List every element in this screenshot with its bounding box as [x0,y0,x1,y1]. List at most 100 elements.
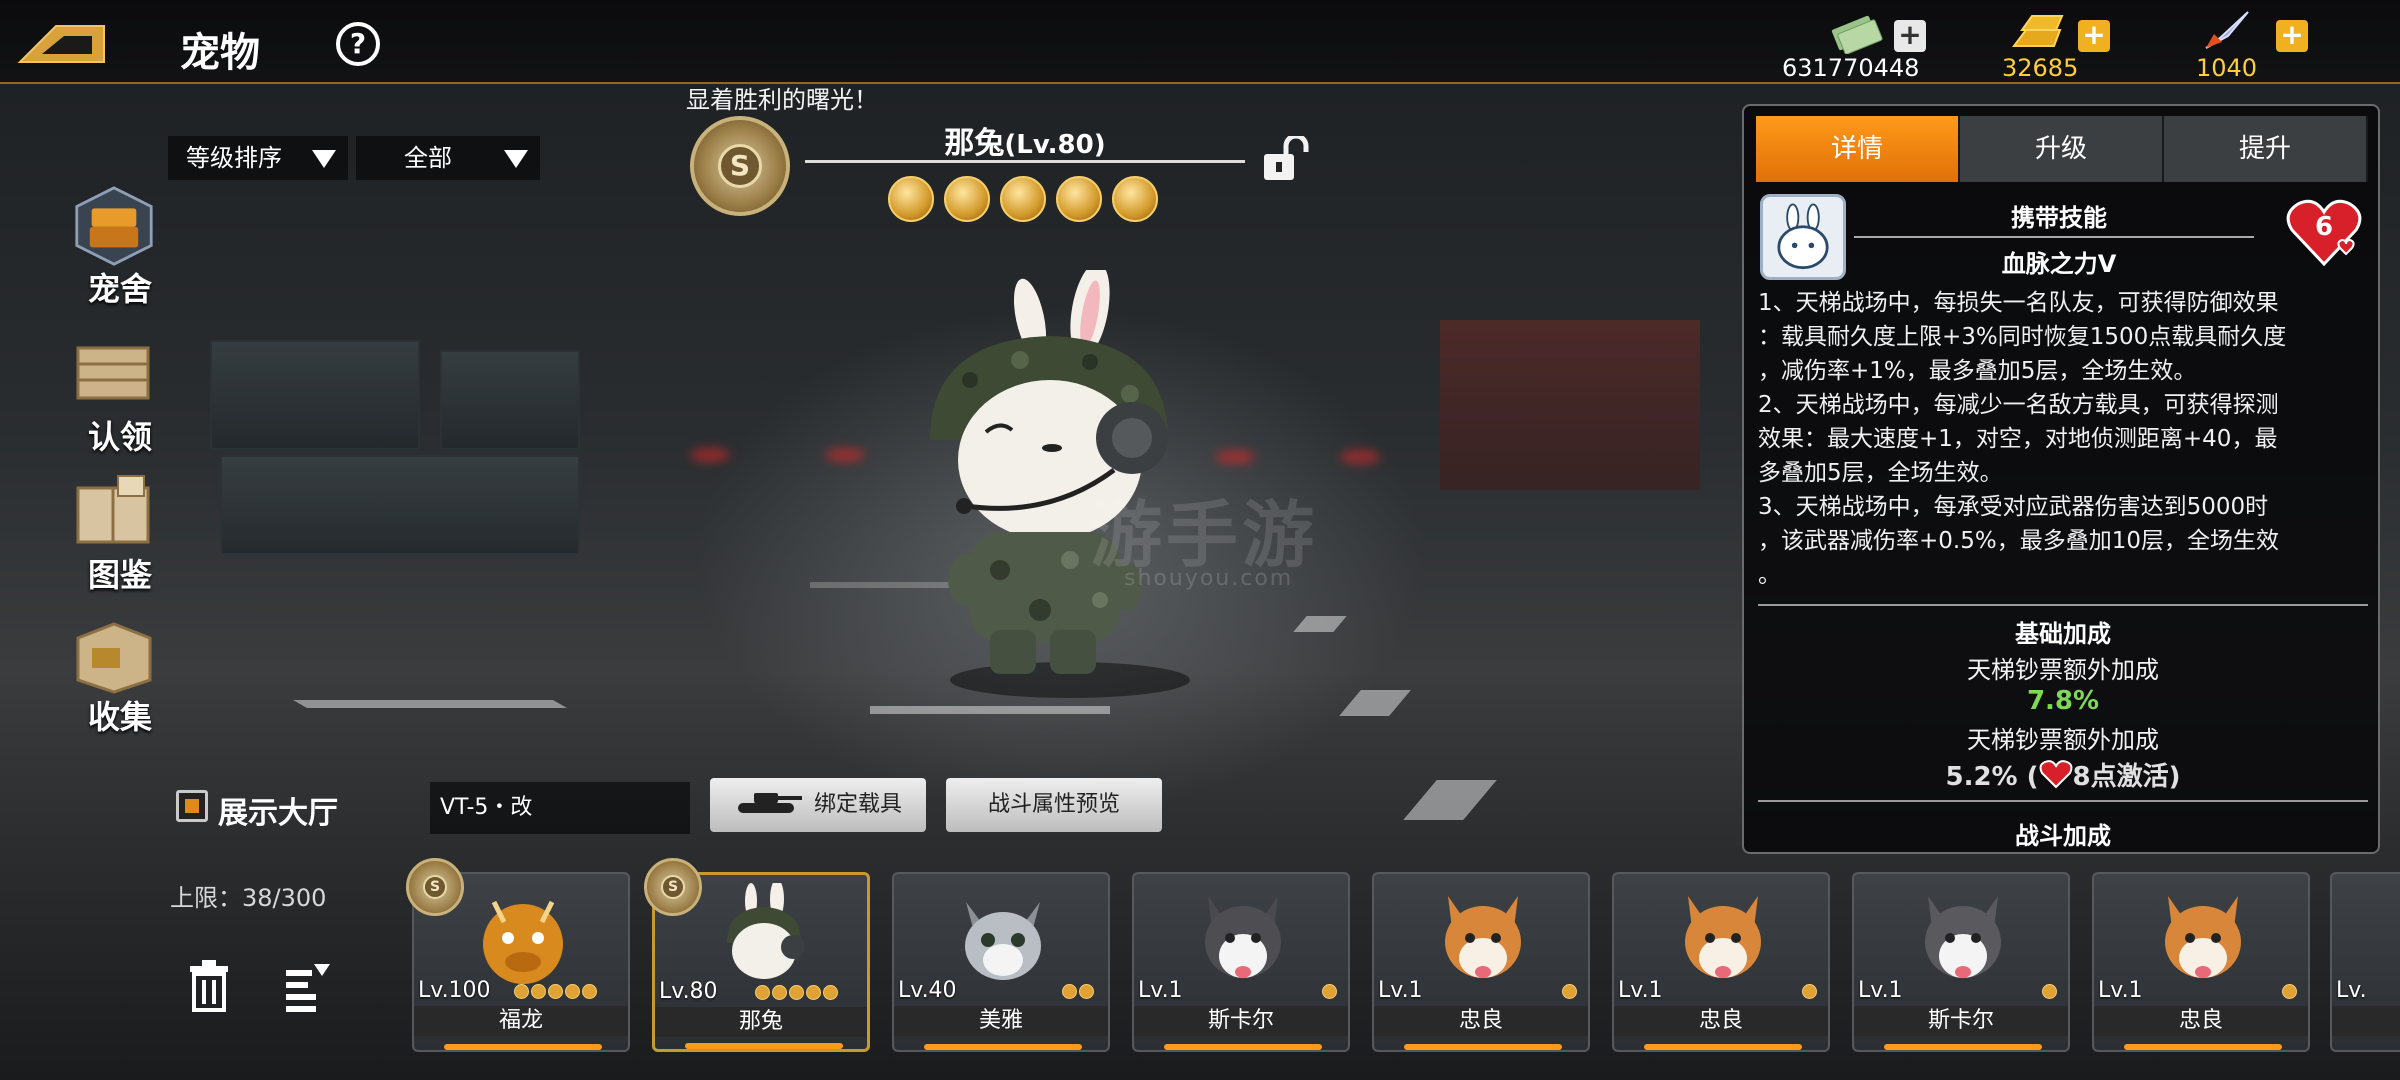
pet-card-level: Lv.1 [1138,978,1183,1003]
pet-level: (Lv.80) [1004,130,1106,160]
star-icon [1322,984,1337,999]
skill-section-title: 携带技能 [2011,204,2107,232]
rank-medal: S [690,116,790,216]
sidebar-item-label: 图鉴 [87,556,152,594]
bg-light [825,448,865,462]
tab-details[interactable]: 详情 [1756,116,1960,182]
pet-card-bar [685,1043,843,1049]
pet-star-rating [888,176,1168,226]
cash-icon [1831,15,1883,54]
skill-divider [1854,236,2254,238]
capacity-text: 上限：38/300 [170,884,327,912]
add-cash-button[interactable]: + [1894,20,1926,52]
pet-card[interactable]: Lv.40 美雅 [892,872,1110,1052]
skill-desc-line: ，减伤率+1%，最多叠加5层，全场生效。 [1758,358,2197,384]
skill-desc-line: 。 [1758,562,1781,588]
cat-pet-icon [965,902,1041,980]
star-icon [1079,984,1094,999]
sidebar-item-claim[interactable]: 认领 [70,334,170,458]
star-coin-icon [1056,176,1102,222]
add-rocket-button[interactable]: + [2276,20,2308,52]
card-rank-medal: S [644,858,702,916]
pet-card[interactable]: Lv.1 斯卡尔 [1852,872,2070,1052]
bg-crate [220,455,580,555]
rank-medal-letter: S [718,144,762,188]
star-icon [514,984,529,999]
unlock-icon[interactable] [1262,136,1316,182]
pet-card-level: Lv. [2336,978,2367,1003]
sort-icon[interactable] [284,962,332,1014]
star-coin-icon [944,176,990,222]
star-icon [789,985,804,1000]
bg-light [690,448,730,462]
pet-card[interactable]: Lv.1 斯卡尔 [1132,872,1350,1052]
pet-card-partial[interactable]: Lv. [2330,872,2400,1052]
trash-icon[interactable] [186,958,232,1014]
shiba-pet-icon [1445,896,1521,978]
card-rank-medal: S [406,858,464,916]
heart-small-icon [2039,760,2072,789]
bind-vehicle-button[interactable]: 绑定载具 [710,778,926,832]
name-underline [805,160,1245,163]
card-rank-medal-letter: S [423,875,447,899]
pet-card-stars [514,984,599,1003]
sort-dropdown[interactable]: 等级排序 [168,136,348,180]
sidebar-item-kennel[interactable]: 宠舍 [70,186,170,310]
road-marking [1293,616,1347,632]
tab-enhance[interactable]: 提升 [2164,116,2368,182]
bonus-value-locked: 5.2% (8点激活) [1744,756,2378,793]
pet-card[interactable]: Lv.1 忠良 [1372,872,1590,1052]
shiba-pet-icon [2165,896,2241,978]
star-icon [582,984,597,999]
currency-rocket: + 1040 [2190,6,2330,82]
bg-crate [440,350,580,450]
battle-preview-button[interactable]: 战斗属性预览 [946,778,1162,832]
pet-card-bar [1644,1044,1802,1050]
top-bar: 宠物 ? + 631770448 + 32685 + 1040 [0,0,2400,84]
shiba-pet-icon [1685,896,1761,978]
pet-card-level: Lv.1 [2098,978,2143,1003]
skill-desc-line: 多叠加5层，全场生效。 [1758,460,2003,486]
pet-card-name: 那兔 [655,1007,867,1037]
box-icon [76,622,152,694]
back-button[interactable] [16,18,108,68]
bind-vehicle-label: 绑定载具 [813,792,902,817]
watermark-subtext: shouyou.com [1124,566,1294,591]
sidebar-item-codex[interactable]: 图鉴 [70,472,170,596]
rabbit-pet-icon [727,883,805,979]
tank-icon [737,793,802,813]
help-icon[interactable]: ? [336,22,380,66]
skill-desc-line: 2、天梯战场中，每减少一名敌方载具，可获得探测 [1758,392,2279,418]
sidebar-item-collect[interactable]: 收集 [70,614,170,738]
skill-desc-line: 3、天梯战场中，每承受对应武器伤害达到5000时 [1758,494,2269,520]
category-dropdown[interactable]: 全部 [356,136,540,180]
sidebar-item-label: 认领 [87,418,152,456]
pet-card[interactable]: Lv.1 忠良 [2092,872,2310,1052]
sidebar-item-label: 宠舍 [87,270,152,308]
bonus-value-text: 5.2% ( [1945,762,2039,792]
pet-card-name: 忠良 [1374,1006,1588,1036]
add-gold-button[interactable]: + [2078,20,2110,52]
star-icon [2042,984,2057,999]
tab-upgrade[interactable]: 升级 [1960,116,2164,182]
pet-card-level: Lv.100 [418,978,491,1003]
pet-card-name: 福龙 [414,1006,628,1036]
road-marking [1403,780,1497,820]
rocket-value: 1040 [2196,54,2258,82]
pet-card-bar [1884,1044,2042,1050]
pet-card-level: Lv.1 [1378,978,1423,1003]
cash-value: 631770448 [1782,54,1920,82]
pet-card[interactable]: Lv.1 忠良 [1612,872,1830,1052]
gold-value: 32685 [2002,54,2079,82]
pet-card-bar [444,1044,602,1050]
pet-name-text: 那兔 [944,126,1005,161]
pet-card-bar [1404,1044,1562,1050]
pet-card-stars [1562,984,1579,1003]
star-icon [755,985,770,1000]
section-divider [1758,800,2368,802]
show-hall-checkbox[interactable] [176,790,208,822]
base-bonus-title: 基础加成 [2015,620,2111,648]
sidebar-item-label: 收集 [87,698,152,736]
currency-cash: + 631770448 [1780,6,1940,82]
bg-light [1215,450,1255,464]
